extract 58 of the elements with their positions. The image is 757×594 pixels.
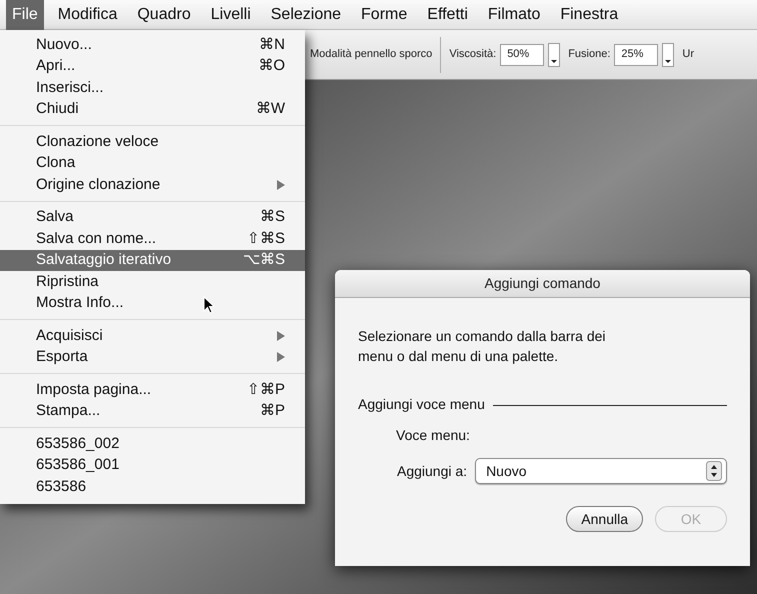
dropdown-button[interactable] bbox=[662, 42, 674, 66]
menu-bar-item[interactable]: Quadro bbox=[131, 0, 197, 30]
submenu-arrow-icon bbox=[277, 180, 285, 190]
field-label: Ur bbox=[682, 47, 694, 62]
menu-item[interactable]: Ripristina bbox=[0, 271, 305, 292]
menu-item[interactable]: Clonazione veloce bbox=[0, 131, 305, 152]
add-to-dropdown[interactable]: Nuovo bbox=[475, 458, 727, 484]
menu-item[interactable]: Nuovo... ⌘N bbox=[0, 34, 305, 56]
field-label: Aggiungi a: bbox=[397, 462, 468, 481]
mode-label: Modalità pennello sporco bbox=[310, 36, 442, 72]
shortcut-text: ⇧⌘P bbox=[246, 380, 285, 400]
dialog-message: Selezionare un comando dalla barra dei menu o dal menu di una palette. bbox=[358, 327, 606, 366]
menu-bar-item[interactable]: Forme bbox=[355, 0, 414, 30]
stepper-arrows-icon bbox=[706, 461, 722, 481]
menu-item[interactable]: 653586_001 bbox=[0, 454, 305, 476]
shortcut-text: ⌘P bbox=[260, 401, 285, 421]
menu-bar-item[interactable]: Finestra bbox=[554, 0, 624, 30]
menu-item[interactable]: 653586 bbox=[0, 476, 305, 498]
menu-item[interactable]: Esporta bbox=[0, 346, 305, 368]
menu-item[interactable]: Inserisci... bbox=[0, 77, 305, 98]
menu-item[interactable]: Clona bbox=[0, 152, 305, 174]
menu-item[interactable]: Imposta pagina... ⇧⌘P bbox=[0, 379, 305, 400]
menu-item[interactable]: Apri... ⌘O bbox=[0, 56, 305, 77]
shortcut-text: ⌘O bbox=[258, 56, 285, 76]
menu-item[interactable]: 653586_002 bbox=[0, 433, 305, 454]
menu-bar-item[interactable]: Filmato bbox=[482, 0, 546, 30]
dropdown-button[interactable] bbox=[548, 42, 560, 66]
menu-item[interactable]: Salva ⌘S bbox=[0, 206, 305, 228]
shortcut-text: ⌘W bbox=[256, 99, 285, 119]
submenu-arrow-icon bbox=[277, 330, 285, 341]
menu-item[interactable]: Origine clonazione bbox=[0, 174, 305, 196]
menu-bar-item[interactable]: Selezione bbox=[264, 0, 348, 30]
submenu-arrow-icon bbox=[277, 352, 285, 362]
dropdown-arrow-icon bbox=[551, 60, 558, 62]
field-label: Viscosità: bbox=[449, 47, 496, 62]
dialog-title: Aggiungi comando bbox=[335, 270, 750, 298]
menu-item[interactable]: Acquisisci bbox=[0, 325, 305, 346]
mouse-pointer-icon bbox=[203, 296, 215, 314]
field-label: Fusione: bbox=[568, 47, 610, 62]
shortcut-text: ⇧⌘S bbox=[246, 228, 285, 248]
menu-item[interactable]: Salvataggio iterativo ⌥⌘S bbox=[0, 250, 305, 271]
menu-item[interactable]: Salva con nome... ⇧⌘S bbox=[0, 228, 305, 250]
menu-item[interactable]: Chiudi ⌘W bbox=[0, 98, 305, 120]
menu-bar-item[interactable]: Livelli bbox=[204, 0, 257, 30]
dropdown-arrow-icon bbox=[665, 60, 672, 62]
menu-bar-item[interactable]: Effetti bbox=[421, 0, 474, 30]
shortcut-text: ⌘S bbox=[260, 207, 285, 227]
menu-bar-item[interactable]: Modifica bbox=[52, 0, 124, 30]
menu-item[interactable]: Mostra Info... bbox=[0, 292, 305, 314]
menu-item[interactable]: Stampa... ⌘P bbox=[0, 400, 305, 422]
percent-field[interactable]: 25% bbox=[614, 44, 658, 66]
dialog-button[interactable]: Annulla bbox=[566, 506, 643, 532]
menu-bar-item[interactable]: File bbox=[6, 0, 44, 30]
section-heading: Aggiungi voce menu bbox=[358, 395, 485, 414]
shortcut-text: ⌘N bbox=[259, 34, 285, 54]
field-label: Voce menu: bbox=[396, 426, 471, 445]
shortcut-text: ⌥⌘S bbox=[242, 250, 285, 270]
percent-field[interactable]: 50% bbox=[500, 44, 544, 66]
